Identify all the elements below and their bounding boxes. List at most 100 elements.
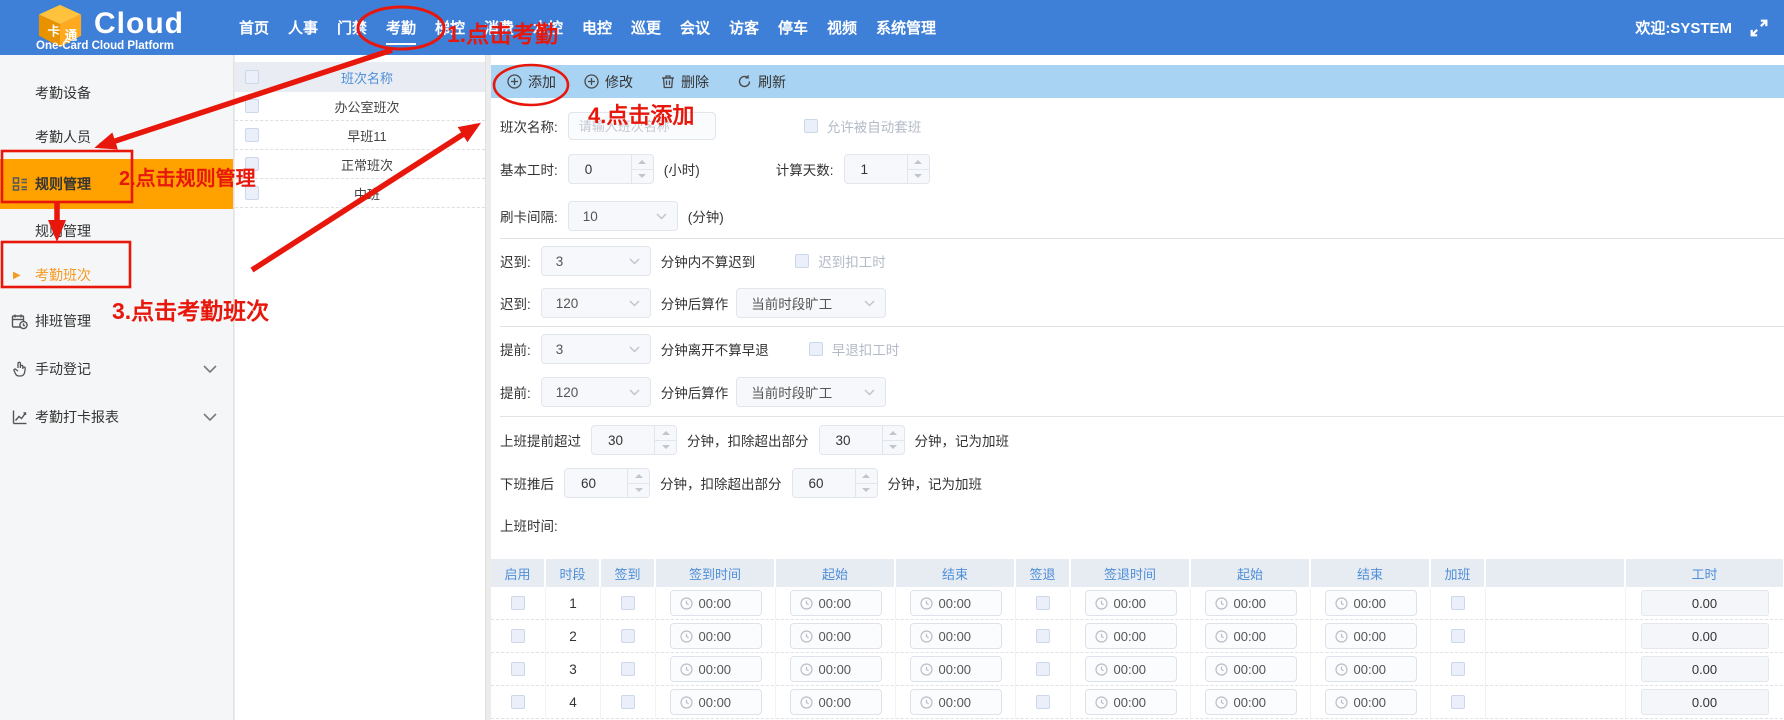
end-time-input[interactable]: 00:00	[1325, 623, 1417, 649]
stepper-down[interactable]	[632, 170, 653, 184]
early2-select[interactable]: 120	[541, 377, 651, 407]
period-checkbox[interactable]	[1036, 662, 1050, 676]
ot-after-stepper2[interactable]: 60	[792, 468, 878, 498]
shift-list-item[interactable]: 办公室班次	[235, 92, 485, 121]
sidebar-item-attendance-devices[interactable]: 考勤设备	[0, 71, 233, 115]
row-checkbox[interactable]	[245, 186, 259, 200]
early2-absent-select[interactable]: 当前时段旷工	[736, 377, 886, 407]
nav-water[interactable]: 水控	[533, 11, 563, 45]
nav-hr[interactable]: 人事	[288, 11, 318, 45]
sidebar-item-attendance-staff[interactable]: 考勤人员	[0, 115, 233, 159]
start-time-input[interactable]: 00:00	[1205, 689, 1297, 715]
stepper-down[interactable]	[908, 170, 929, 184]
end-time-input[interactable]: 00:00	[1325, 656, 1417, 682]
sidebar-item-attendance-shifts[interactable]: ▶ 考勤班次	[0, 253, 233, 297]
period-checkbox[interactable]	[621, 695, 635, 709]
nav-consume[interactable]: 消费	[484, 11, 514, 45]
start-time-input[interactable]: 00:00	[1205, 656, 1297, 682]
nav-video[interactable]: 视频	[827, 11, 857, 45]
sidebar-item-rules-sub[interactable]: 规则管理	[0, 209, 233, 253]
fullscreen-icon[interactable]	[1748, 17, 1770, 39]
period-checkbox[interactable]	[1036, 596, 1050, 610]
nav-system[interactable]: 系统管理	[876, 11, 936, 45]
stepper-down[interactable]	[628, 484, 649, 498]
nav-attendance[interactable]: 考勤	[386, 11, 416, 45]
period-checkbox[interactable]	[621, 629, 635, 643]
nav-visitor[interactable]: 访客	[729, 11, 759, 45]
end-time-input[interactable]: 00:00	[1325, 689, 1417, 715]
select-all-checkbox[interactable]	[245, 70, 259, 84]
start-time-input[interactable]: 00:00	[790, 689, 882, 715]
nav-parking[interactable]: 停车	[778, 11, 808, 45]
start-time-input[interactable]: 00:00	[1205, 623, 1297, 649]
nav-electric[interactable]: 电控	[582, 11, 612, 45]
sidebar-item-scheduling[interactable]: 排班管理	[0, 297, 233, 345]
ot-after-stepper[interactable]: 60	[564, 468, 650, 498]
early1-select[interactable]: 3	[541, 334, 651, 364]
stepper-up[interactable]	[883, 426, 904, 441]
shift-name-input[interactable]	[568, 112, 716, 140]
checkout-time-input[interactable]: 00:00	[1085, 623, 1177, 649]
shift-list-item[interactable]: 早班11	[235, 121, 485, 150]
nav-access[interactable]: 门禁	[337, 11, 367, 45]
stepper-down[interactable]	[655, 441, 676, 455]
stepper-up[interactable]	[908, 155, 929, 170]
refresh-button[interactable]: 刷新	[737, 72, 786, 92]
start-time-input[interactable]: 00:00	[790, 656, 882, 682]
start-time-input[interactable]: 00:00	[790, 590, 882, 616]
period-checkbox[interactable]	[1451, 629, 1465, 643]
shift-list-item[interactable]: 正常班次	[235, 150, 485, 179]
end-time-input[interactable]: 00:00	[910, 623, 1002, 649]
late1-select[interactable]: 3	[541, 246, 651, 276]
end-time-input[interactable]: 00:00	[910, 689, 1002, 715]
checkin-time-input[interactable]: 00:00	[670, 623, 762, 649]
swipe-interval-select[interactable]: 10	[568, 201, 678, 231]
sidebar-item-rules-management[interactable]: 规则管理	[0, 159, 233, 209]
row-checkbox[interactable]	[245, 99, 259, 113]
period-checkbox[interactable]	[1036, 629, 1050, 643]
nav-elevator[interactable]: 梯控	[435, 11, 465, 45]
shift-list-item[interactable]: 中班	[235, 179, 485, 208]
period-checkbox[interactable]	[511, 695, 525, 709]
add-button[interactable]: 添加	[507, 72, 556, 92]
sidebar-item-attendance-report[interactable]: 考勤打卡报表	[0, 393, 233, 441]
late-deduct-checkbox[interactable]	[795, 254, 809, 268]
stepper-down[interactable]	[856, 484, 877, 498]
stepper-up[interactable]	[632, 155, 653, 170]
period-checkbox[interactable]	[511, 596, 525, 610]
checkin-time-input[interactable]: 00:00	[670, 689, 762, 715]
base-hours-stepper[interactable]: 0	[568, 154, 654, 184]
chevron-down-icon[interactable]	[203, 361, 217, 377]
period-checkbox[interactable]	[1451, 596, 1465, 610]
end-time-input[interactable]: 00:00	[1325, 590, 1417, 616]
period-checkbox[interactable]	[1451, 662, 1465, 676]
checkout-time-input[interactable]: 00:00	[1085, 590, 1177, 616]
ot-before-stepper[interactable]: 30	[591, 425, 677, 455]
checkin-time-input[interactable]: 00:00	[670, 656, 762, 682]
period-checkbox[interactable]	[511, 662, 525, 676]
ot-before-stepper2[interactable]: 30	[819, 425, 905, 455]
auto-assign-checkbox[interactable]	[804, 119, 818, 133]
start-time-input[interactable]: 00:00	[1205, 590, 1297, 616]
period-checkbox[interactable]	[621, 596, 635, 610]
chevron-down-icon[interactable]	[203, 409, 217, 425]
stepper-up[interactable]	[628, 469, 649, 484]
checkout-time-input[interactable]: 00:00	[1085, 689, 1177, 715]
early-deduct-checkbox[interactable]	[809, 342, 823, 356]
delete-button[interactable]: 删除	[661, 72, 709, 92]
start-time-input[interactable]: 00:00	[790, 623, 882, 649]
late2-absent-select[interactable]: 当前时段旷工	[736, 288, 886, 318]
late2-select[interactable]: 120	[541, 288, 651, 318]
period-checkbox[interactable]	[511, 629, 525, 643]
end-time-input[interactable]: 00:00	[910, 590, 1002, 616]
period-checkbox[interactable]	[1036, 695, 1050, 709]
checkin-time-input[interactable]: 00:00	[670, 590, 762, 616]
nav-home[interactable]: 首页	[239, 11, 269, 45]
checkout-time-input[interactable]: 00:00	[1085, 656, 1177, 682]
row-checkbox[interactable]	[245, 128, 259, 142]
stepper-down[interactable]	[883, 441, 904, 455]
calc-days-stepper[interactable]: 1	[844, 154, 930, 184]
period-checkbox[interactable]	[1451, 695, 1465, 709]
period-checkbox[interactable]	[621, 662, 635, 676]
row-checkbox[interactable]	[245, 157, 259, 171]
